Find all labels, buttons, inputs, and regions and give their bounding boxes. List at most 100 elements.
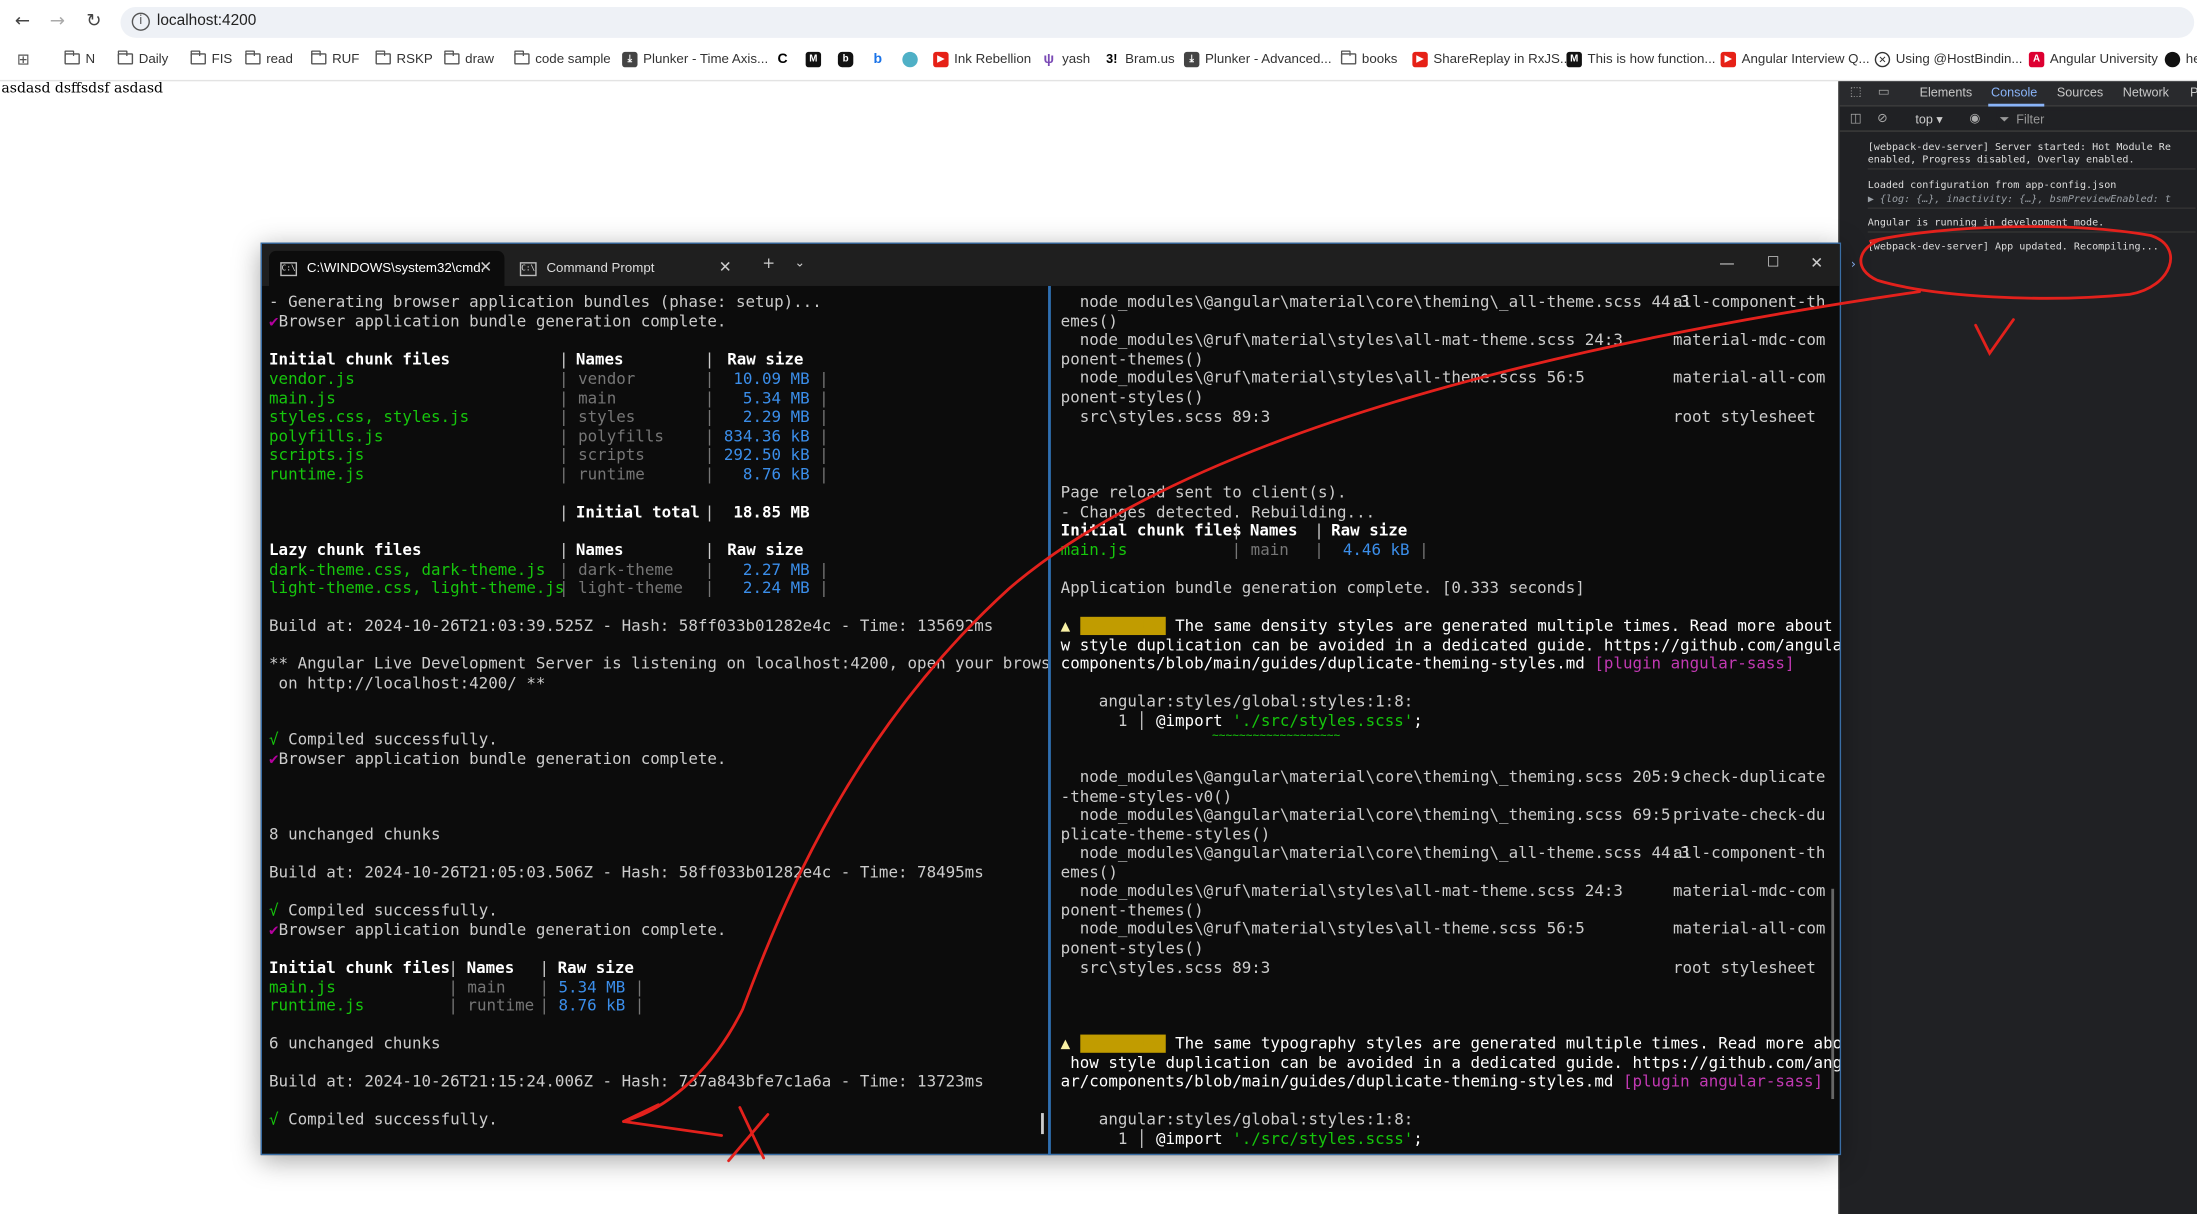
chunk-name: | runtime: [448, 996, 535, 1015]
medium-icon: M: [805, 51, 822, 67]
eye-icon[interactable]: ◉: [1967, 112, 1982, 126]
build-info: Build at: 2024-10-26T21:15:24.006Z - Has…: [269, 1072, 984, 1091]
bookmark-folder[interactable]: draw: [444, 46, 494, 71]
bookmark-youtube[interactable]: ▶ Angular Interview Q...: [1720, 46, 1870, 71]
stack-trace-line: node_modules\@ruf\material\styles\all-th…: [1060, 919, 1585, 938]
tab-elements[interactable]: Elements: [1920, 86, 1973, 100]
stack-trace-fn: ponent-styles(): [1060, 388, 1204, 407]
stack-trace-fn: ponent-themes(): [1060, 901, 1204, 920]
bookmark-yash[interactable]: ψ yash: [1041, 46, 1090, 71]
stack-trace-fn: ponent-styles(): [1060, 939, 1204, 958]
bookmark-icon-only[interactable]: b: [837, 46, 859, 71]
bookmark-medium[interactable]: M This is how function...: [1566, 46, 1716, 71]
back-arrow-icon[interactable]: ←: [11, 11, 33, 33]
chunk-name: | main: [448, 978, 506, 997]
terminal-window: C:\ C:\WINDOWS\system32\cmd. ✕ C:\ Comma…: [260, 242, 1842, 1156]
tab-console[interactable]: Console: [1991, 86, 2037, 100]
forward-arrow-icon[interactable]: →: [46, 11, 68, 33]
bookmark-youtube[interactable]: ▶ ShareReplay in RxJS...: [1412, 46, 1571, 71]
folder-icon: [444, 50, 460, 65]
bookmark-angular-university[interactable]: A Angular University: [2028, 46, 2158, 71]
apps-grid-icon[interactable]: ⊞: [17, 46, 30, 71]
compiled-message: √ Compiled successfully.: [269, 730, 498, 749]
chunk-file: vendor.js: [269, 370, 355, 389]
terminal-tab-command-prompt[interactable]: C:\ Command Prompt ✕: [509, 251, 742, 286]
close-tab-icon[interactable]: ✕: [479, 258, 492, 276]
clear-console-icon[interactable]: ⊘: [1875, 112, 1890, 126]
terminal-pane-left[interactable]: - Generating browser application bundles…: [262, 286, 1048, 1155]
tab-more[interactable]: P: [2190, 86, 2197, 100]
chunk-file: scripts.js: [269, 445, 365, 465]
site-info-icon[interactable]: i: [131, 12, 150, 31]
chunk-size: | 8.76 kB |: [704, 465, 829, 484]
bookmark-icon-only[interactable]: [902, 46, 923, 71]
bookmark-hostbinding[interactable]: ✕ Using @HostBindin...: [1874, 46, 2022, 71]
url-text[interactable]: localhost:4200: [157, 13, 256, 30]
tab-network[interactable]: Network: [2123, 86, 2169, 100]
bookmarks-bar: ⊞ N Daily FIS read RUF RSKP draw code sa…: [0, 46, 2197, 71]
context-selector[interactable]: top ▾: [1915, 112, 1942, 127]
folder-icon: [190, 50, 206, 65]
bookmark-folder[interactable]: code sample: [514, 46, 611, 71]
close-tab-icon[interactable]: ✕: [719, 258, 732, 276]
console-filter-input[interactable]: ⏷ Filter: [1996, 110, 2197, 129]
maximize-icon[interactable]: ☐: [1767, 255, 1780, 270]
bookmark-bramus[interactable]: 3! Bram.us: [1104, 46, 1175, 71]
table-header: Names: [1249, 521, 1298, 540]
close-window-icon[interactable]: ✕: [1810, 254, 1823, 272]
chunk-size: | 4.46 kB |: [1314, 541, 1429, 560]
bookmark-folder[interactable]: RSKP: [375, 46, 433, 71]
bookmark-youtube[interactable]: ▶ Ink Rebellion: [933, 46, 1031, 71]
bookmark-icon-only[interactable]: C: [774, 46, 796, 71]
bookmark-folder[interactable]: read: [245, 46, 293, 71]
x-circle-icon: ✕: [1874, 51, 1891, 67]
bookmark-folder[interactable]: FIS: [190, 46, 232, 71]
initial-total-value: | 18.85 MB: [704, 503, 810, 522]
scrollbar-thumb[interactable]: [1831, 888, 1835, 1100]
terminal-line: Page reload sent to client(s).: [1060, 483, 1347, 502]
stack-trace-line: node_modules\@ruf\material\styles\all-th…: [1060, 368, 1585, 387]
console-prompt[interactable]: ›: [1851, 258, 1856, 272]
bookmark-folder[interactable]: books: [1340, 46, 1397, 71]
stack-trace-fn: private-check-du: [1672, 806, 1826, 825]
sidebar-toggle-icon[interactable]: ◫: [1848, 112, 1863, 126]
stack-trace-fn: all-component-th: [1672, 843, 1826, 863]
devtools-tab-bar: ⬚ ▭ Elements Console Sources Network P: [1839, 81, 2197, 107]
reload-icon[interactable]: ↻: [83, 11, 105, 33]
terminal-tab-cmd[interactable]: C:\ C:\WINDOWS\system32\cmd. ✕: [269, 250, 505, 286]
terminal-pane-right[interactable]: node_modules\@angular\material\core\them…: [1051, 286, 1840, 1155]
dev-server-message: on http://localhost:4200/ **: [269, 674, 546, 693]
device-toggle-icon[interactable]: ▭: [1876, 86, 1891, 100]
chunk-file: main.js: [269, 389, 336, 408]
bookmark-icon-only[interactable]: M: [805, 46, 827, 71]
bookmark-folder[interactable]: Daily: [117, 46, 168, 71]
terminal-line: ✔Browser application bundle generation c…: [269, 312, 727, 331]
chunk-name: | styles: [559, 407, 636, 427]
stack-trace-fn: material-mdc-com: [1672, 881, 1826, 900]
bookmark-icon-only[interactable]: b: [870, 46, 891, 71]
source-location: angular:styles/global:styles:1:8:: [1060, 692, 1414, 711]
table-separator: |: [448, 958, 458, 978]
bookmark-plunker[interactable]: ⤓ Plunker - Time Axis...: [622, 46, 768, 71]
chunk-file: runtime.js: [269, 996, 365, 1015]
stack-trace-fn: -theme-styles-v0(): [1060, 787, 1233, 807]
bookmark-plunker[interactable]: ⤓ Plunker - Advanced...: [1183, 46, 1332, 71]
stack-trace-fn: root stylesheet: [1672, 958, 1816, 978]
bookmark-folder[interactable]: N: [64, 46, 95, 71]
active-tab-indicator: [1988, 103, 2045, 107]
minimize-icon[interactable]: —: [1719, 254, 1734, 272]
stack-trace-fn: material-mdc-com: [1672, 330, 1826, 350]
bookmark-truncated[interactable]: he: [2164, 46, 2197, 71]
tab-sources[interactable]: Sources: [2057, 86, 2103, 100]
chunk-name: | main: [559, 389, 617, 408]
chunk-name: | polyfills: [559, 427, 664, 446]
chunk-size: | 8.76 kB |: [539, 996, 645, 1015]
chevron-down-icon[interactable]: ⌄: [794, 257, 805, 271]
new-tab-icon[interactable]: +: [762, 254, 775, 272]
console-object-expander[interactable]: ▶ {log: {…}, inactivity: {…}, bsmPreview…: [1867, 192, 2196, 209]
chunk-name: | light-theme: [559, 578, 683, 598]
inspect-element-icon[interactable]: ⬚: [1848, 86, 1863, 100]
stack-trace-fn: root stylesheet: [1672, 407, 1816, 427]
bookmark-folder[interactable]: RUF: [311, 46, 359, 71]
address-bar[interactable]: i localhost:4200: [120, 7, 2195, 38]
